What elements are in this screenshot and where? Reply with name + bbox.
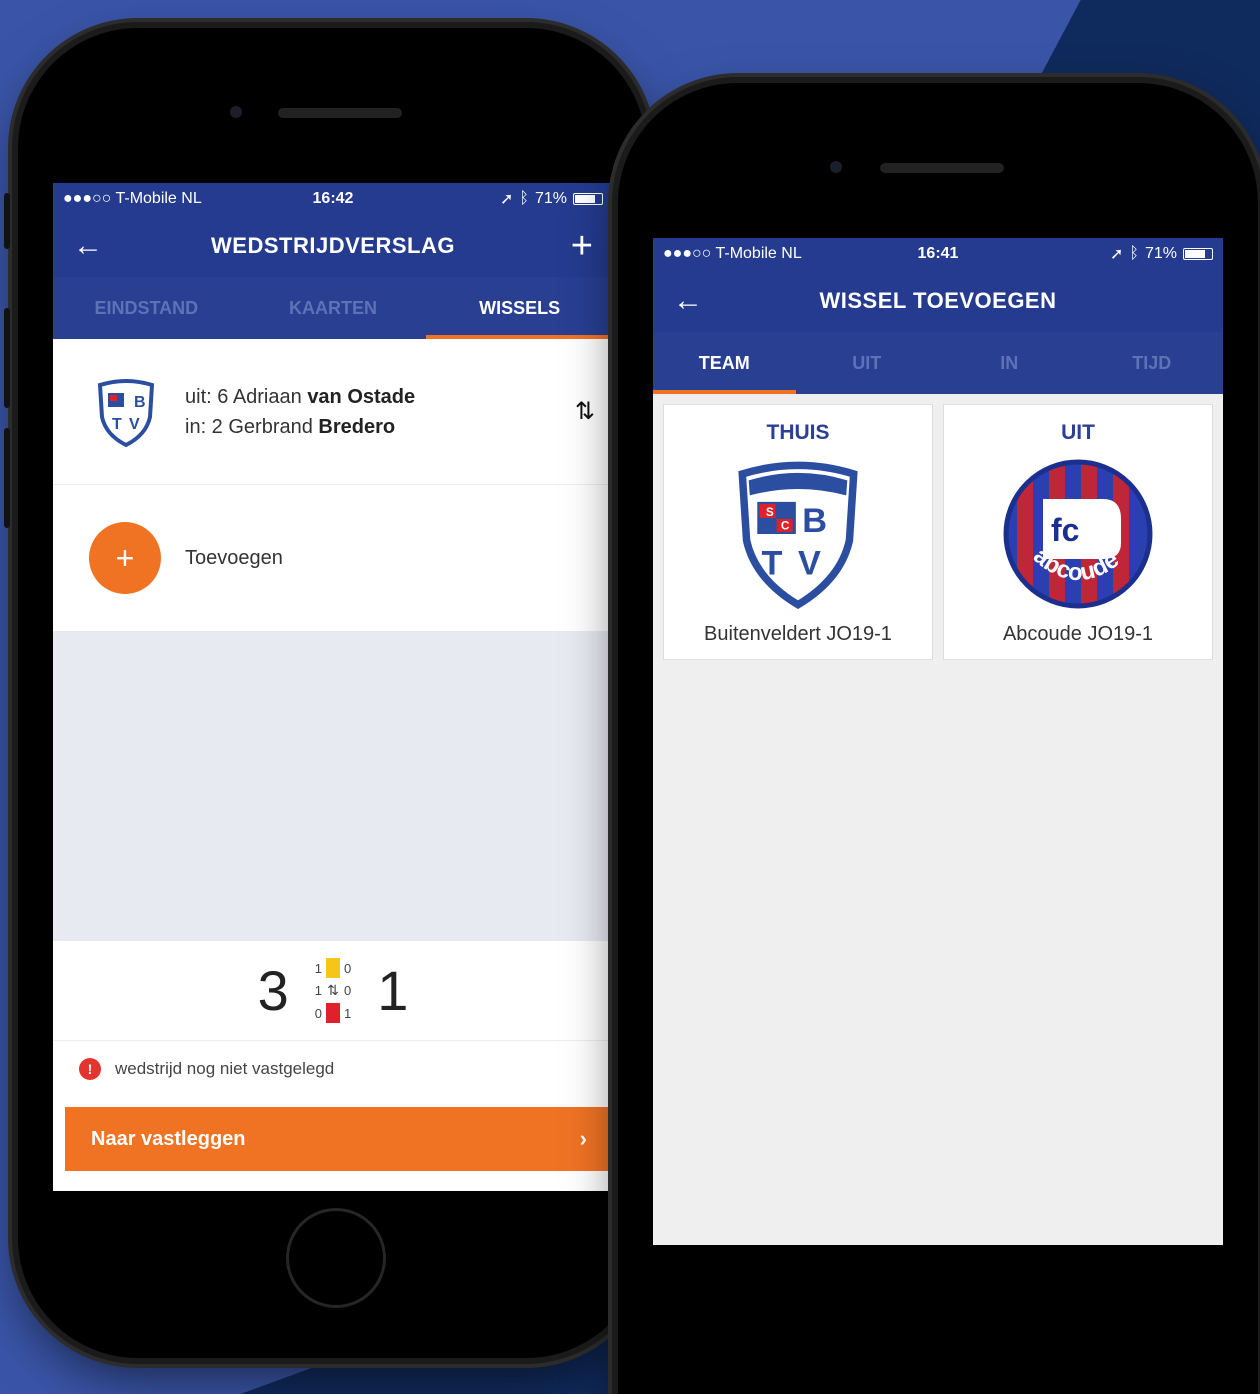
tab-eindstand[interactable]: EINDSTAND xyxy=(53,277,240,339)
volume-down-button xyxy=(4,428,10,528)
svg-text:C: C xyxy=(781,520,790,533)
svg-text:V: V xyxy=(129,416,140,433)
svg-text:B: B xyxy=(134,394,146,411)
page-title: WEDSTRIJDVERSLAG xyxy=(211,233,455,258)
team-card-away[interactable]: UIT fc abcoude Abcoude JO19-1 xyxy=(943,404,1213,660)
substitution-text: uit: 6 Adriaan van Ostade in: 2 Gerbrand… xyxy=(185,382,415,442)
battery-icon xyxy=(573,193,603,205)
svg-text:T: T xyxy=(762,545,783,583)
naar-vastleggen-button[interactable]: Naar vastleggen › xyxy=(65,1107,613,1171)
add-button[interactable]: + xyxy=(89,522,161,594)
plus-icon[interactable]: + xyxy=(571,227,593,265)
home-button xyxy=(286,1208,386,1308)
tab-bar: EINDSTAND KAARTEN WISSELS xyxy=(53,277,613,339)
add-substitution-row[interactable]: + Toevoegen xyxy=(53,485,613,631)
speaker-grille xyxy=(278,108,402,118)
front-camera xyxy=(230,106,242,118)
warning-text: wedstrijd nog niet vastgelegd xyxy=(115,1059,335,1078)
tab-wissels[interactable]: WISSELS xyxy=(426,277,613,339)
tab-kaarten[interactable]: KAARTEN xyxy=(240,277,427,339)
volume-up-button xyxy=(4,308,10,408)
score-summary: 3 10 1 ⇅ 0 01 1 xyxy=(53,941,613,1041)
swap-icon: ⇅ xyxy=(574,398,595,425)
arrow-left-icon[interactable]: ← xyxy=(73,231,103,261)
home-score: 3 xyxy=(257,959,289,1022)
team-crest-icon: B T V xyxy=(97,378,155,447)
yellow-card-icon xyxy=(326,958,340,978)
player-out: uit: 6 Adriaan van Ostade xyxy=(185,385,416,408)
team-card-home[interactable]: THUIS S C B T V Buitenveldert JO19-1 xyxy=(663,404,933,660)
arrow-left-icon[interactable]: ← xyxy=(673,286,703,316)
svg-text:B: B xyxy=(802,502,827,540)
front-camera xyxy=(830,161,842,173)
tab-team[interactable]: TEAM xyxy=(653,332,796,394)
tab-uit[interactable]: UIT xyxy=(796,332,939,394)
chevron-right-icon: › xyxy=(579,1126,587,1151)
add-label: Toevoegen xyxy=(185,546,283,569)
player-in: in: 2 Gerbrand Bredero xyxy=(185,415,396,438)
tab-bar: TEAM UIT IN TIJD xyxy=(653,332,1223,394)
tab-tijd[interactable]: TIJD xyxy=(1081,332,1224,394)
screen-wissel-toevoegen: ●●●○○ T-Mobile NL 16:41 ➚ ᛒ 71% ← WISSEL… xyxy=(653,238,1223,1245)
red-card-icon xyxy=(326,1003,340,1023)
team-name: Abcoude JO19-1 xyxy=(1002,623,1154,645)
app-bar: ← WEDSTRIJDVERSLAG + xyxy=(53,215,613,277)
cta-label: Naar vastleggen xyxy=(91,1127,246,1150)
substitution-item[interactable]: B T V uit: 6 Adriaan van Ostade in: 2 Ge… xyxy=(53,339,613,485)
screen-wedstrijdverslag: ●●●○○ T-Mobile NL 16:42 ➚ ᛒ 71% ← WEDSTR… xyxy=(53,183,613,1191)
svg-text:T: T xyxy=(112,416,122,433)
status-bar: ●●●○○ T-Mobile NL 16:41 ➚ ᛒ 71% xyxy=(653,238,1223,270)
status-time: 16:41 xyxy=(917,245,959,262)
app-bar: ← WISSEL TOEVOEGEN xyxy=(653,270,1223,332)
away-score: 1 xyxy=(377,959,409,1022)
buitenveldert-crest-icon: S C B T V xyxy=(738,461,858,609)
phone-right: ●●●○○ T-Mobile NL 16:41 ➚ ᛒ 71% ← WISSEL… xyxy=(618,83,1258,1394)
team-side-label: UIT xyxy=(1061,421,1095,444)
abcoude-crest-icon: fc abcoude xyxy=(1003,459,1153,609)
battery-icon xyxy=(1183,248,1213,260)
svg-text:S: S xyxy=(766,506,774,519)
alert-icon: ! xyxy=(79,1058,101,1080)
status-time: 16:42 xyxy=(312,190,354,207)
substitution-icon: ⇅ xyxy=(327,982,339,998)
speaker-grille xyxy=(880,163,1004,173)
match-stats: 10 1 ⇅ 0 01 xyxy=(315,958,351,1023)
mute-switch xyxy=(4,193,10,249)
status-bar: ●●●○○ T-Mobile NL 16:42 ➚ ᛒ 71% xyxy=(53,183,613,215)
svg-text:V: V xyxy=(798,545,821,583)
warning-row: ! wedstrijd nog niet vastgelegd xyxy=(53,1041,613,1097)
team-side-label: THUIS xyxy=(766,421,830,444)
empty-area xyxy=(53,631,613,941)
phone-left: ●●●○○ T-Mobile NL 16:42 ➚ ᛒ 71% ← WEDSTR… xyxy=(4,28,646,1358)
page-title: WISSEL TOEVOEGEN xyxy=(819,288,1057,313)
team-selection: THUIS S C B T V Buitenveldert JO19-1 UIT xyxy=(653,394,1223,670)
team-name: Buitenveldert JO19-1 xyxy=(704,623,892,645)
tab-in[interactable]: IN xyxy=(938,332,1081,394)
svg-text:fc: fc xyxy=(1051,512,1079,548)
